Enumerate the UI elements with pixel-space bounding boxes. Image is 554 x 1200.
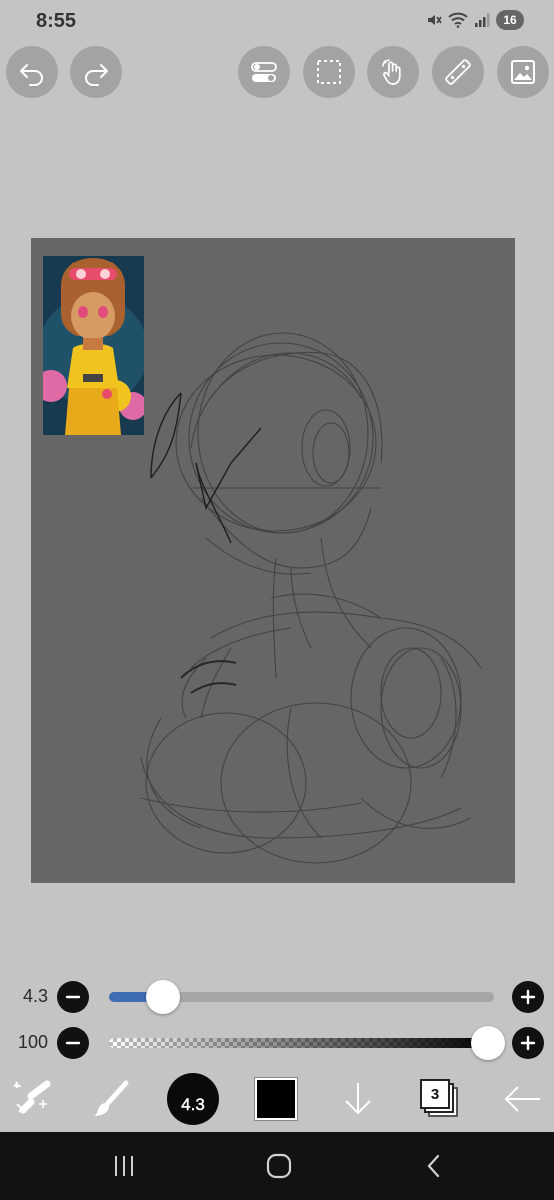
- redo-icon: [85, 64, 108, 86]
- size-increase-button[interactable]: [512, 981, 544, 1013]
- system-nav-bar: [0, 1132, 554, 1200]
- redo-button[interactable]: [70, 46, 122, 98]
- brush-preview-button[interactable]: 4.3: [163, 1066, 223, 1132]
- mute-icon: [428, 15, 442, 25]
- undo-button[interactable]: [6, 46, 58, 98]
- down-arrow-icon: [345, 1083, 371, 1115]
- brush-size-value: 4.3: [181, 1095, 205, 1114]
- signal-icon: [475, 13, 490, 27]
- brush-tool-button[interactable]: [82, 1066, 142, 1132]
- back-icon: [427, 1154, 440, 1178]
- system-back-button[interactable]: [414, 1148, 454, 1184]
- recent-apps-icon: [115, 1156, 133, 1176]
- bottom-toolbar: 4.3 3: [0, 1066, 554, 1132]
- undo-icon: [20, 64, 43, 86]
- size-decrease-button[interactable]: [57, 981, 89, 1013]
- recent-apps-button[interactable]: [104, 1148, 144, 1184]
- minus-icon: [65, 995, 81, 999]
- minus-icon: [65, 1041, 81, 1045]
- gesture-button[interactable]: [367, 46, 419, 98]
- color-swatch: [254, 1077, 298, 1121]
- opacity-thumb[interactable]: [471, 1026, 505, 1060]
- drawing-canvas[interactable]: [31, 238, 515, 883]
- home-icon: [266, 1153, 292, 1179]
- opacity-increase-button[interactable]: [512, 1027, 544, 1059]
- hand-gesture-icon: [382, 59, 401, 85]
- brush-size-label: 4.3: [22, 986, 48, 1006]
- wifi-icon: [448, 12, 468, 28]
- opacity-slider-row: 100: [0, 1023, 554, 1063]
- image-icon: [511, 60, 535, 84]
- plus-icon: [520, 989, 536, 1005]
- layer-count: 3: [430, 1085, 440, 1103]
- status-time: 8:55: [36, 10, 77, 32]
- selection-icon: [317, 60, 341, 84]
- ruler-icon: [445, 59, 471, 85]
- brush-preview: 4.3: [167, 1073, 219, 1125]
- transform-eraser-icon: [13, 1080, 51, 1114]
- layers-button[interactable]: 3: [410, 1066, 470, 1132]
- image-button[interactable]: [497, 46, 549, 98]
- back-button[interactable]: [492, 1066, 552, 1132]
- battery-icon: 16: [496, 10, 524, 30]
- brush-icon: [94, 1080, 129, 1116]
- status-icons: 16: [426, 10, 524, 30]
- brush-size-track[interactable]: [109, 980, 494, 1014]
- ruler-button[interactable]: [432, 46, 484, 98]
- plus-icon: [520, 1035, 536, 1051]
- pencil-sketch: [140, 332, 482, 864]
- brush-size-thumb[interactable]: [145, 980, 180, 1014]
- opacity-label: 100: [17, 1032, 48, 1052]
- selection-button[interactable]: [303, 46, 355, 98]
- toggle-icon: [251, 62, 277, 82]
- status-bar: 8:55 16: [0, 0, 554, 44]
- move-down-button[interactable]: [328, 1066, 388, 1132]
- opacity-track[interactable]: [109, 1026, 505, 1060]
- color-button[interactable]: [246, 1066, 306, 1132]
- back-arrow-icon: [504, 1086, 540, 1112]
- toggle-button[interactable]: [238, 46, 290, 98]
- brush-size-slider-row: 4.3: [0, 977, 554, 1017]
- layers-icon: 3: [420, 1079, 460, 1119]
- home-button[interactable]: [259, 1148, 299, 1184]
- opacity-decrease-button[interactable]: [57, 1027, 89, 1059]
- transform-eraser-button[interactable]: [2, 1066, 62, 1132]
